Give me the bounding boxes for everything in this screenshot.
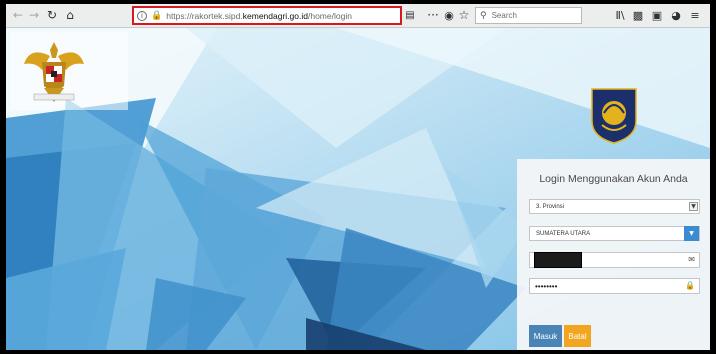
lock-icon: 🔒 [685, 281, 695, 290]
level-select-value: 3. Provinsi [536, 203, 565, 210]
home-icon[interactable]: ⌂ [62, 7, 78, 23]
chevron-down-icon[interactable]: ▼ [689, 202, 698, 211]
extension-icon[interactable]: ◕ [668, 7, 684, 23]
username-field[interactable]: ✉ [529, 252, 700, 268]
page-content: Login Menggunakan Akun Anda 3. Provinsi … [6, 28, 710, 350]
search-icon: ⚲ [480, 10, 487, 21]
more-icon[interactable]: ··· [425, 7, 441, 23]
region-select-value: SUMATERA UTARA [536, 230, 591, 237]
login-title: Login Menggunakan Akun Anda [539, 173, 688, 185]
lock-icon[interactable]: 🔒 [151, 11, 162, 21]
bookmark-star-icon[interactable]: ☆ [456, 7, 472, 23]
address-bar[interactable]: i 🔒 https://rakortek.sipd. kemendagri.go.… [132, 6, 402, 25]
url-path: /home/login [307, 10, 352, 21]
kemendagri-logo [591, 88, 637, 144]
menu-icon[interactable]: ≡ [687, 7, 703, 23]
browser-toolbar: ← → ↻ ⌂ i 🔒 https://rakortek.sipd. kemend… [6, 4, 710, 28]
pocket-icon[interactable]: ◉ [441, 7, 457, 23]
password-value: •••••••• [535, 281, 558, 291]
emblem-panel [10, 32, 128, 110]
browser-window: ← → ↻ ⌂ i 🔒 https://rakortek.sipd. kemend… [6, 4, 710, 350]
region-select[interactable]: SUMATERA UTARA ▼ [529, 226, 700, 241]
search-placeholder: Search [491, 11, 517, 20]
password-field[interactable]: •••••••• 🔒 [529, 278, 700, 294]
login-panel: Login Menggunakan Akun Anda 3. Provinsi … [517, 159, 710, 350]
envelope-icon: ✉ [688, 255, 695, 264]
url-domain: kemendagri.go.id [242, 10, 308, 21]
level-select[interactable]: 3. Provinsi ▼ [529, 199, 700, 214]
garuda-pancasila-emblem [24, 42, 84, 102]
cancel-button[interactable]: Batal [564, 325, 591, 347]
reader-view-icon[interactable]: ▤ [402, 7, 418, 23]
reload-icon[interactable]: ↻ [44, 7, 60, 23]
sidebar-icon[interactable]: ▩ [630, 7, 646, 23]
library-icon[interactable]: Ⅱ\ [612, 7, 628, 23]
info-icon[interactable]: i [137, 10, 147, 21]
screenshot-icon[interactable]: ▣ [649, 7, 665, 23]
chevron-down-icon[interactable]: ▼ [684, 226, 699, 241]
back-icon[interactable]: ← [10, 7, 26, 23]
search-bar[interactable]: ⚲ Search [475, 7, 582, 24]
login-button[interactable]: Masuk [529, 325, 562, 347]
redacted-username [534, 252, 582, 268]
url-prefix: https://rakortek.sipd. [166, 10, 243, 21]
forward-icon[interactable]: → [26, 7, 42, 23]
